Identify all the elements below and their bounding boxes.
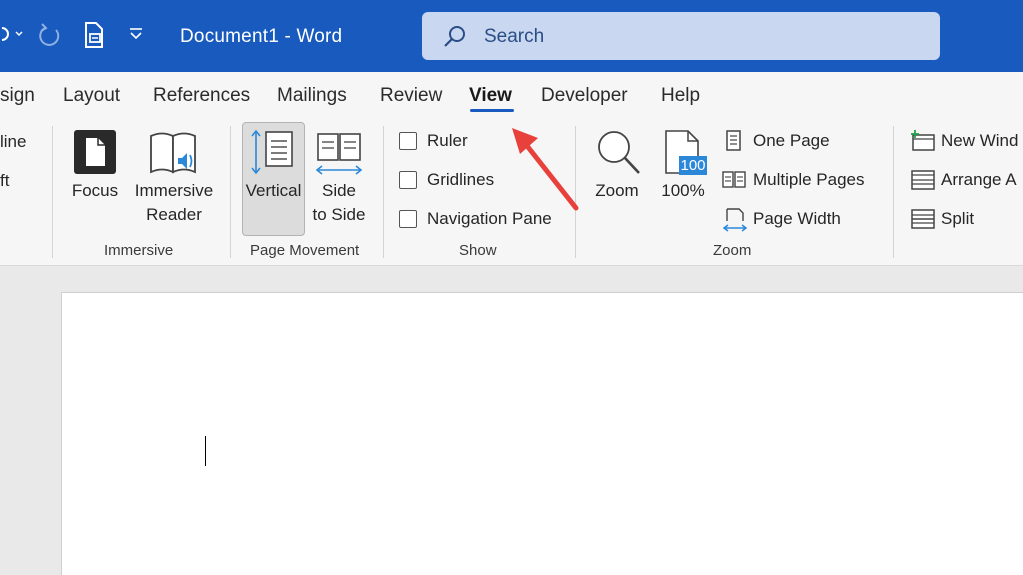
outline-button-partial[interactable]: line	[0, 132, 26, 152]
annotation-arrow	[508, 124, 584, 219]
immersive-reader-icon	[148, 128, 200, 183]
ruler-label: Ruler	[427, 131, 468, 150]
document-title: Document1 - Word	[180, 26, 343, 47]
text-cursor	[205, 436, 206, 466]
tab-developer[interactable]: Developer	[541, 85, 628, 107]
group-label-show: Show	[459, 242, 497, 259]
group-divider	[52, 126, 53, 258]
arrange-all-icon	[910, 169, 936, 196]
draft-button-partial[interactable]: ft	[0, 171, 9, 191]
focus-icon	[72, 128, 118, 181]
active-tab-indicator	[470, 109, 514, 112]
group-divider	[230, 126, 231, 258]
tab-design[interactable]: sign	[0, 85, 35, 107]
new-window-button[interactable]: New Wind	[941, 131, 1018, 151]
search-input[interactable]: Search	[422, 12, 940, 60]
ruler-checkbox[interactable]	[399, 132, 417, 150]
split-icon	[910, 208, 936, 235]
zoom-100-badge: 100	[679, 156, 707, 175]
redo-icon[interactable]	[36, 22, 64, 55]
tab-mailings[interactable]: Mailings	[277, 85, 347, 107]
group-label-immersive: Immersive	[104, 242, 174, 259]
tab-layout[interactable]: Layout	[63, 85, 120, 107]
search-icon	[444, 26, 465, 47]
zoom-100-button[interactable]: 100%	[656, 179, 710, 203]
new-window-icon	[910, 130, 936, 157]
tab-review[interactable]: Review	[380, 85, 442, 107]
immersive-reader-button[interactable]: Immersive	[128, 179, 220, 203]
save-print-icon[interactable]	[82, 20, 108, 55]
immersive-reader-label-2: Reader	[146, 205, 202, 224]
tab-view[interactable]: View	[469, 85, 512, 107]
gridlines-checkbox[interactable]	[399, 171, 417, 189]
one-page-icon	[724, 130, 744, 157]
page-width-icon	[722, 207, 748, 238]
navigation-pane-checkbox[interactable]	[399, 210, 417, 228]
page-width-button[interactable]: Page Width	[753, 209, 841, 229]
group-divider	[893, 126, 894, 258]
customize-dropdown-icon[interactable]	[128, 26, 144, 47]
zoom-button[interactable]: Zoom	[588, 179, 646, 203]
side-to-side-button[interactable]: Side	[306, 179, 372, 203]
title-bar: Document1 - Word Search	[0, 0, 1023, 72]
side-to-side-icon	[314, 130, 364, 181]
gridlines-label: Gridlines	[427, 170, 495, 189]
vertical-label: Vertical	[245, 181, 302, 200]
multiple-pages-button[interactable]: Multiple Pages	[753, 170, 865, 190]
document-page[interactable]	[61, 292, 1023, 575]
vertical-icon	[250, 128, 296, 181]
group-divider	[383, 126, 384, 258]
tab-help[interactable]: Help	[661, 85, 700, 107]
undo-dropdown-icon[interactable]	[0, 22, 24, 51]
one-page-button[interactable]: One Page	[753, 131, 830, 151]
zoom-icon	[594, 128, 642, 181]
arrange-all-button[interactable]: Arrange A	[941, 170, 1017, 190]
multiple-pages-icon	[722, 170, 746, 195]
focus-button[interactable]: Focus	[68, 179, 122, 203]
search-placeholder: Search	[484, 26, 545, 47]
group-label-page-movement: Page Movement	[250, 242, 360, 259]
side-to-side-label-2: to Side	[312, 205, 366, 224]
tab-references[interactable]: References	[153, 85, 250, 107]
group-label-zoom: Zoom	[713, 242, 752, 259]
split-button[interactable]: Split	[941, 209, 974, 229]
